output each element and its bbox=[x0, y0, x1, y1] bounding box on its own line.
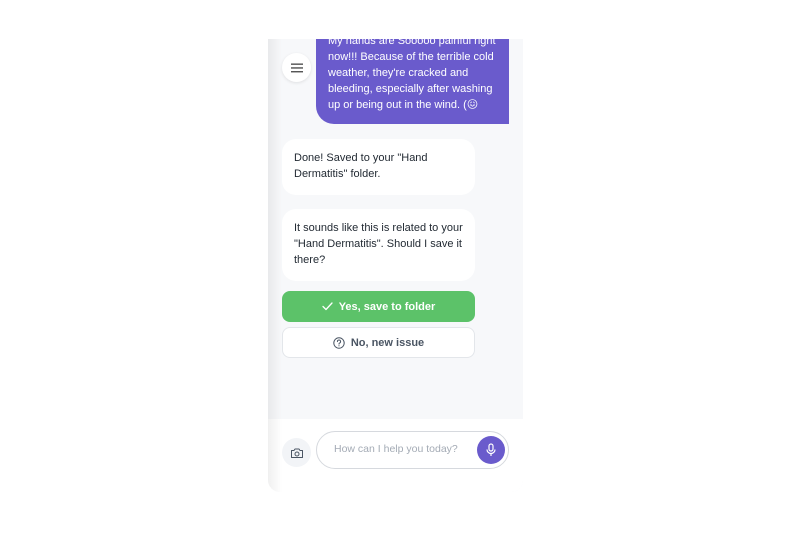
microphone-button[interactable] bbox=[477, 436, 505, 464]
save-to-folder-label: Yes, save to folder bbox=[338, 300, 436, 313]
message-input[interactable] bbox=[332, 442, 476, 456]
bot-message: Done! Saved to your "Hand Dermatitis" fo… bbox=[282, 139, 475, 195]
camera-icon bbox=[290, 448, 303, 458]
user-message-text: My hands are Sooooo painful right now!!!… bbox=[328, 39, 496, 111]
chat-window: My hands are Sooooo painful right now!!!… bbox=[268, 39, 523, 492]
hamburger-menu-icon bbox=[290, 63, 303, 72]
message-input-wrapper bbox=[316, 431, 509, 469]
save-to-folder-button[interactable]: Yes, save to folder bbox=[282, 291, 475, 322]
check-icon bbox=[322, 302, 333, 311]
composer-bar bbox=[268, 419, 523, 492]
bot-message-text: Done! Saved to your "Hand Dermatitis" fo… bbox=[294, 152, 428, 180]
bot-message: It sounds like this is related to your "… bbox=[282, 209, 475, 281]
question-circle-icon bbox=[333, 336, 345, 349]
microphone-icon bbox=[486, 443, 496, 456]
user-message: My hands are Sooooo painful right now!!!… bbox=[316, 39, 509, 124]
new-issue-label: No, new issue bbox=[350, 336, 425, 349]
menu-button[interactable] bbox=[282, 53, 311, 82]
camera-button[interactable] bbox=[282, 438, 311, 467]
new-issue-button[interactable]: No, new issue bbox=[282, 327, 475, 358]
bot-message-text: It sounds like this is related to your "… bbox=[294, 222, 463, 266]
